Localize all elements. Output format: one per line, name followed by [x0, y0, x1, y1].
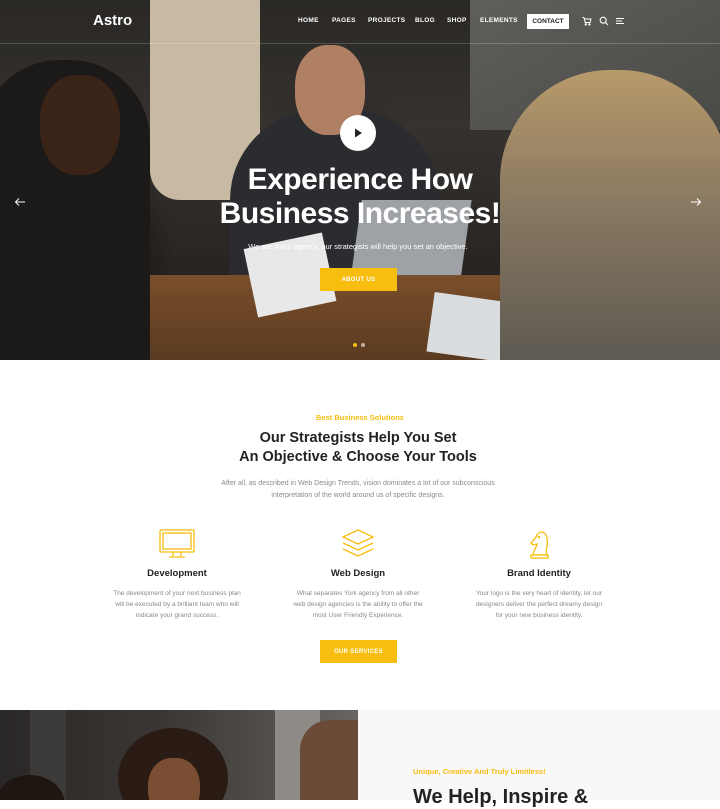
- about-us-button[interactable]: ABOUT US: [320, 268, 397, 291]
- chess-knight-icon: [530, 531, 549, 559]
- feature-web-design: Web Design What separates York agency fr…: [283, 528, 433, 621]
- about-eyebrow: Unique, Creative And Truly Limitless!: [413, 767, 546, 776]
- menu-icon[interactable]: [615, 16, 625, 26]
- feature-brand-identity: Brand Identity Your logo is the very hea…: [464, 528, 614, 621]
- nav-projects[interactable]: PROJECTS: [368, 17, 405, 24]
- play-video-button[interactable]: [340, 115, 376, 151]
- about-text-panel: Unique, Creative And Truly Limitless! We…: [358, 710, 720, 808]
- about-section: Unique, Creative And Truly Limitless! We…: [0, 710, 720, 808]
- services-title-line-2: An Objective & Choose Your Tools: [239, 449, 477, 465]
- hero-title-line-1: Experience How: [247, 163, 473, 196]
- slide-dot-1[interactable]: [353, 343, 357, 347]
- slide-dot-2[interactable]: [361, 343, 365, 347]
- next-slide-arrow-icon[interactable]: [690, 197, 702, 207]
- nav-shop[interactable]: SHOP: [447, 17, 467, 24]
- services-title-line-1: Our Strategists Help You Set: [259, 430, 457, 446]
- cart-icon[interactable]: [582, 16, 592, 26]
- about-photo-face: [148, 758, 200, 800]
- feature-text: What separates York agency from all othe…: [293, 590, 423, 619]
- feature-text: The development of your next business pl…: [113, 590, 241, 619]
- hero-slider: Astro HOME PAGES PROJECTS BLOG SHOP ELEM…: [0, 0, 720, 360]
- feature-development: Development The development of your next…: [102, 528, 252, 621]
- feature-title: Development: [147, 568, 207, 579]
- nav-pages[interactable]: PAGES: [332, 17, 356, 24]
- layers-icon: [341, 529, 375, 557]
- monitor-icon: [159, 529, 195, 558]
- top-navigation: Astro HOME PAGES PROJECTS BLOG SHOP ELEM…: [0, 0, 720, 44]
- prev-slide-arrow-icon[interactable]: [14, 197, 26, 207]
- logo[interactable]: Astro: [93, 12, 132, 29]
- nav-blog[interactable]: BLOG: [415, 17, 435, 24]
- hero-photo-face-left: [40, 75, 120, 175]
- services-eyebrow: Best Business Solutions: [316, 413, 404, 422]
- contact-button[interactable]: CONTACT: [527, 14, 569, 29]
- hero-title-line-2: Business Increases!: [219, 197, 501, 230]
- feature-text: Your logo is the very heart of identity,…: [475, 590, 603, 619]
- services-section: Best Business Solutions Our Strategists …: [0, 360, 720, 710]
- hero-subtitle: We are Astro agency, our strategists wil…: [248, 242, 468, 251]
- services-description-line-2: interpretation of the world around us of…: [271, 492, 445, 499]
- feature-title: Web Design: [330, 568, 386, 579]
- about-photo-person-right: [300, 720, 358, 800]
- services-description-line-1: After all, as described in Web Design Tr…: [221, 480, 495, 487]
- about-title: We Help, Inspire &: [413, 786, 589, 808]
- search-icon[interactable]: [599, 16, 609, 26]
- about-photo: [0, 710, 358, 800]
- nav-home[interactable]: HOME: [298, 17, 319, 24]
- our-services-button[interactable]: OUR SERVICES: [320, 640, 397, 663]
- nav-elements[interactable]: ELEMENTS: [480, 17, 518, 24]
- slider-pagination: [353, 343, 365, 347]
- feature-title: Brand Identity: [507, 568, 571, 579]
- play-icon: [355, 128, 362, 138]
